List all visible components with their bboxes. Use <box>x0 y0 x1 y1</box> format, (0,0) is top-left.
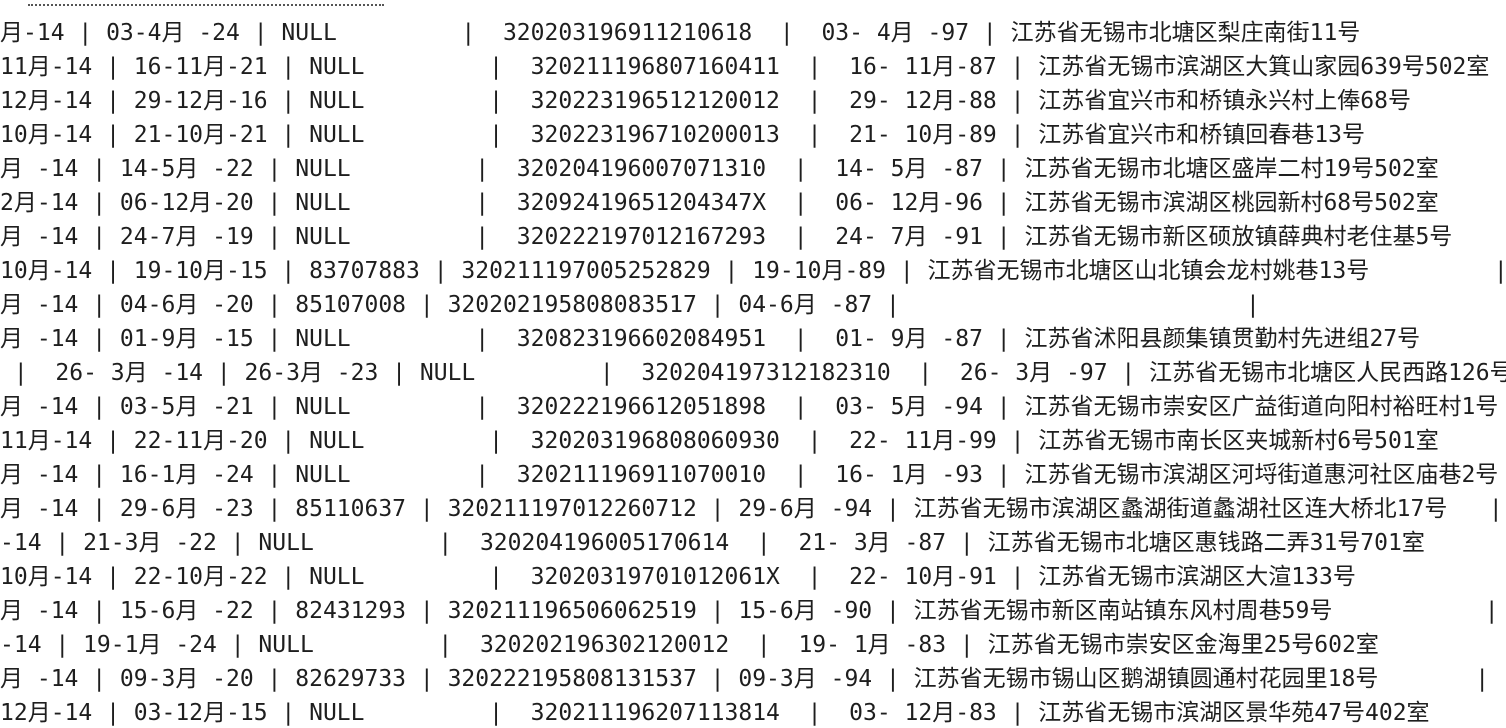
table-row: 月-14 | 03-4月 -24 | NULL | 32020319691121… <box>0 20 1506 46</box>
table-row: -14 | 21-3月 -22 | NULL | 320204196005170… <box>0 530 1506 556</box>
table-row: 月 -14 | 24-7月 -19 | NULL | 3202221970121… <box>0 224 1506 250</box>
table-row: 月 -14 | 16-1月 -24 | NULL | 3202111969110… <box>0 462 1499 488</box>
table-row: 10月-14 | 22-10月-22 | NULL | 320203197010… <box>0 564 1506 590</box>
table-row: 月 -14 | 14-5月 -22 | NULL | 3202041960070… <box>0 156 1506 182</box>
table-row: 月 -14 | 15-6月 -22 | 82431293 | 320211196… <box>0 598 1499 624</box>
table-row: 月 -14 | 29-6月 -23 | 85110637 | 320211197… <box>0 496 1503 522</box>
table-row: 月 -14 | 03-5月 -21 | NULL | 3202221966120… <box>0 394 1499 420</box>
table-row: | 26- 3月 -14 | 26-3月 -23 | NULL | 320204… <box>0 360 1506 386</box>
table-border <box>28 0 384 6</box>
table-row: 10月-14 | 19-10月-15 | 83707883 | 32021119… <box>0 258 1506 284</box>
table-row: 月 -14 | 01-9月 -15 | NULL | 3208231966020… <box>0 326 1506 352</box>
table-row: 月 -14 | 04-6月 -20 | 85107008 | 320202195… <box>0 292 1260 318</box>
table-row: 10月-14 | 21-10月-21 | NULL | 320223196710… <box>0 122 1506 148</box>
table-row: 月 -14 | 09-3月 -20 | 82629733 | 320222195… <box>0 666 1490 692</box>
table-row: 12月-14 | 29-12月-16 | NULL | 320223196512… <box>0 88 1506 114</box>
table-row: 11月-14 | 16-11月-21 | NULL | 320211196807… <box>0 54 1490 80</box>
table-row: 11月-14 | 22-11月-20 | NULL | 320203196808… <box>0 428 1506 454</box>
table-row: 2月-14 | 06-12月-20 | NULL | 3209241965120… <box>0 190 1506 216</box>
table-row: -14 | 19-1月 -24 | NULL | 320202196302120… <box>0 632 1506 658</box>
terminal-output: 月-14 | 03-4月 -24 | NULL | 32020319691121… <box>0 0 1506 728</box>
table-row: 12月-14 | 03-12月-15 | NULL | 320211196207… <box>0 700 1506 726</box>
